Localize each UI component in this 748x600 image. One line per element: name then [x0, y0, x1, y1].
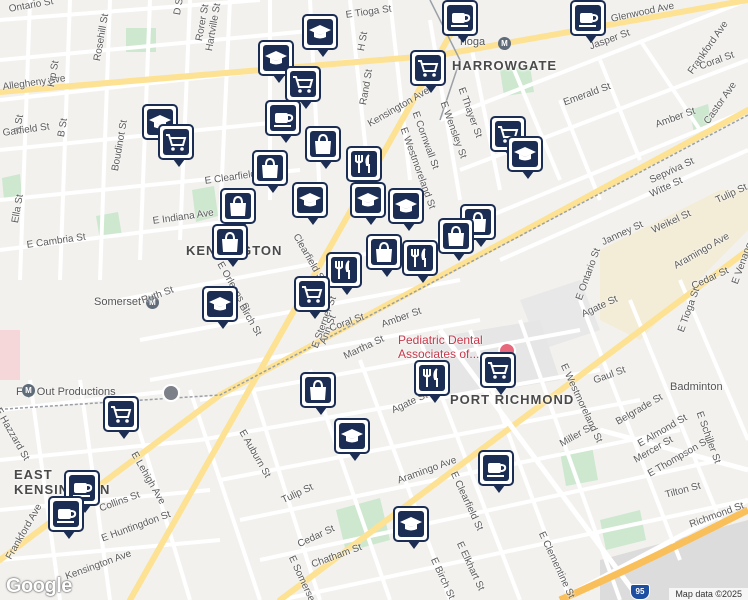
cafe-marker[interactable] [478, 450, 514, 493]
cafe-marker[interactable] [265, 100, 301, 143]
school-marker[interactable] [202, 286, 238, 329]
shopping-marker[interactable] [366, 234, 402, 277]
shopping-marker[interactable] [300, 372, 336, 415]
metro-icon[interactable]: M [22, 384, 35, 397]
school-marker[interactable] [334, 418, 370, 461]
map-canvas[interactable]: HARROWGATE KENSINGTON PORT RICHMOND EAST… [0, 0, 748, 600]
grocery-marker[interactable] [480, 352, 516, 395]
google-logo: Google [6, 575, 72, 597]
station-somerset-label[interactable]: Somerset [94, 296, 141, 308]
school-marker[interactable] [388, 188, 424, 231]
shopping-marker[interactable] [305, 126, 341, 169]
neighborhood-port-richmond: PORT RICHMOND [450, 392, 575, 407]
grocery-marker[interactable] [103, 396, 139, 439]
restaurant-marker[interactable] [326, 252, 362, 295]
shopping-marker[interactable] [438, 218, 474, 261]
metro-icon[interactable]: M [498, 37, 511, 50]
cafe-marker[interactable] [48, 496, 84, 539]
restaurant-marker[interactable] [346, 146, 382, 189]
grocery-marker[interactable] [410, 50, 446, 93]
school-marker[interactable] [292, 182, 328, 225]
grocery-marker[interactable] [294, 276, 330, 319]
cafe-marker[interactable] [570, 0, 606, 43]
shopping-marker[interactable] [212, 224, 248, 267]
shopping-marker[interactable] [220, 188, 256, 231]
restaurant-marker[interactable] [414, 360, 450, 403]
school-marker[interactable] [302, 14, 338, 57]
badminton-label[interactable]: Badminton [670, 381, 723, 393]
grocery-marker[interactable] [285, 66, 321, 109]
restaurant-marker[interactable] [402, 240, 438, 283]
highway-shield: 95 [630, 584, 650, 600]
school-marker[interactable] [507, 136, 543, 179]
cafe-marker[interactable] [442, 0, 478, 43]
place-icon[interactable] [162, 384, 180, 402]
shopping-marker[interactable] [252, 150, 288, 193]
map-data-attribution: Map data ©2025 [669, 588, 748, 600]
grocery-marker[interactable] [158, 124, 194, 167]
school-marker[interactable] [393, 506, 429, 549]
school-marker[interactable] [350, 182, 386, 225]
neighborhood-harrowgate: HARROWGATE [452, 58, 558, 73]
